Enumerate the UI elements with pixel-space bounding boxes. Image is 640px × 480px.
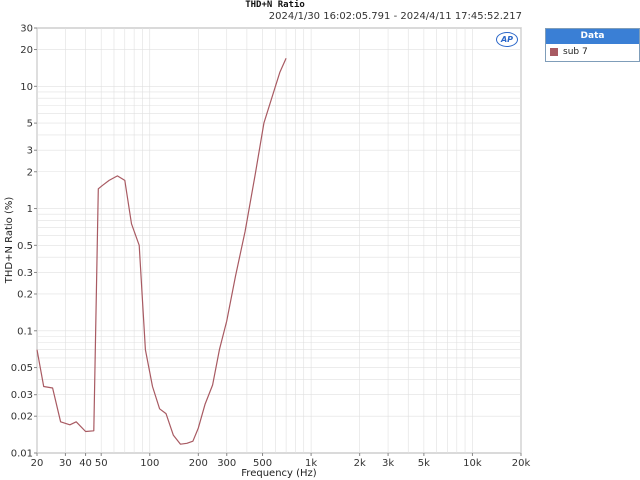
y-tick-label: 0.2 — [17, 289, 33, 300]
y-tick-label: 0.5 — [17, 241, 33, 252]
legend-label: sub 7 — [563, 47, 588, 57]
y-tick-label: 0.1 — [17, 326, 33, 337]
y-tick-label: 2 — [27, 167, 33, 178]
ap-logo: AP — [496, 32, 518, 47]
legend-item-sub-7[interactable]: sub 7 — [546, 44, 639, 60]
y-tick-label: 0.05 — [11, 363, 33, 374]
legend-panel[interactable]: Data sub 7 — [545, 28, 640, 62]
x-tick-label: 10k — [463, 458, 482, 469]
x-tick-label: 50 — [95, 458, 108, 469]
y-tick-label: 5 — [27, 119, 33, 130]
x-axis-label: Frequency (Hz) — [241, 468, 317, 479]
y-tick-label: 0.3 — [17, 268, 33, 279]
y-tick-label: 20 — [20, 45, 33, 56]
y-tick-label: 0.03 — [11, 390, 33, 401]
x-tick-label: 2k — [354, 458, 366, 469]
x-tick-label: 100 — [140, 458, 159, 469]
x-tick-label: 5k — [418, 458, 430, 469]
legend-swatch — [550, 48, 558, 56]
y-tick-label: 10 — [20, 82, 33, 93]
x-tick-label: 20 — [31, 458, 44, 469]
y-tick-label: 0.02 — [11, 412, 33, 423]
thd-n-chart: 20 30 40 50 100 200 300 500 1k 2k 3k 5k 10k 20k302010… — [4, 24, 531, 480]
y-tick-label: 0.01 — [11, 449, 33, 460]
x-tick-label: 20k — [512, 458, 531, 469]
x-tick-label: 300 — [217, 458, 236, 469]
y-axis-label: THD+N Ratio (%) — [4, 197, 15, 285]
y-tick-label: 3 — [27, 146, 33, 157]
x-tick-label: 40 — [79, 458, 92, 469]
y-tick-label: 1 — [27, 204, 33, 215]
legend-title: Data — [546, 29, 639, 44]
x-tick-label: 30 — [59, 458, 72, 469]
y-tick-label: 30 — [20, 24, 33, 35]
x-tick-label: 200 — [189, 458, 208, 469]
x-tick-label: 3k — [382, 458, 394, 469]
